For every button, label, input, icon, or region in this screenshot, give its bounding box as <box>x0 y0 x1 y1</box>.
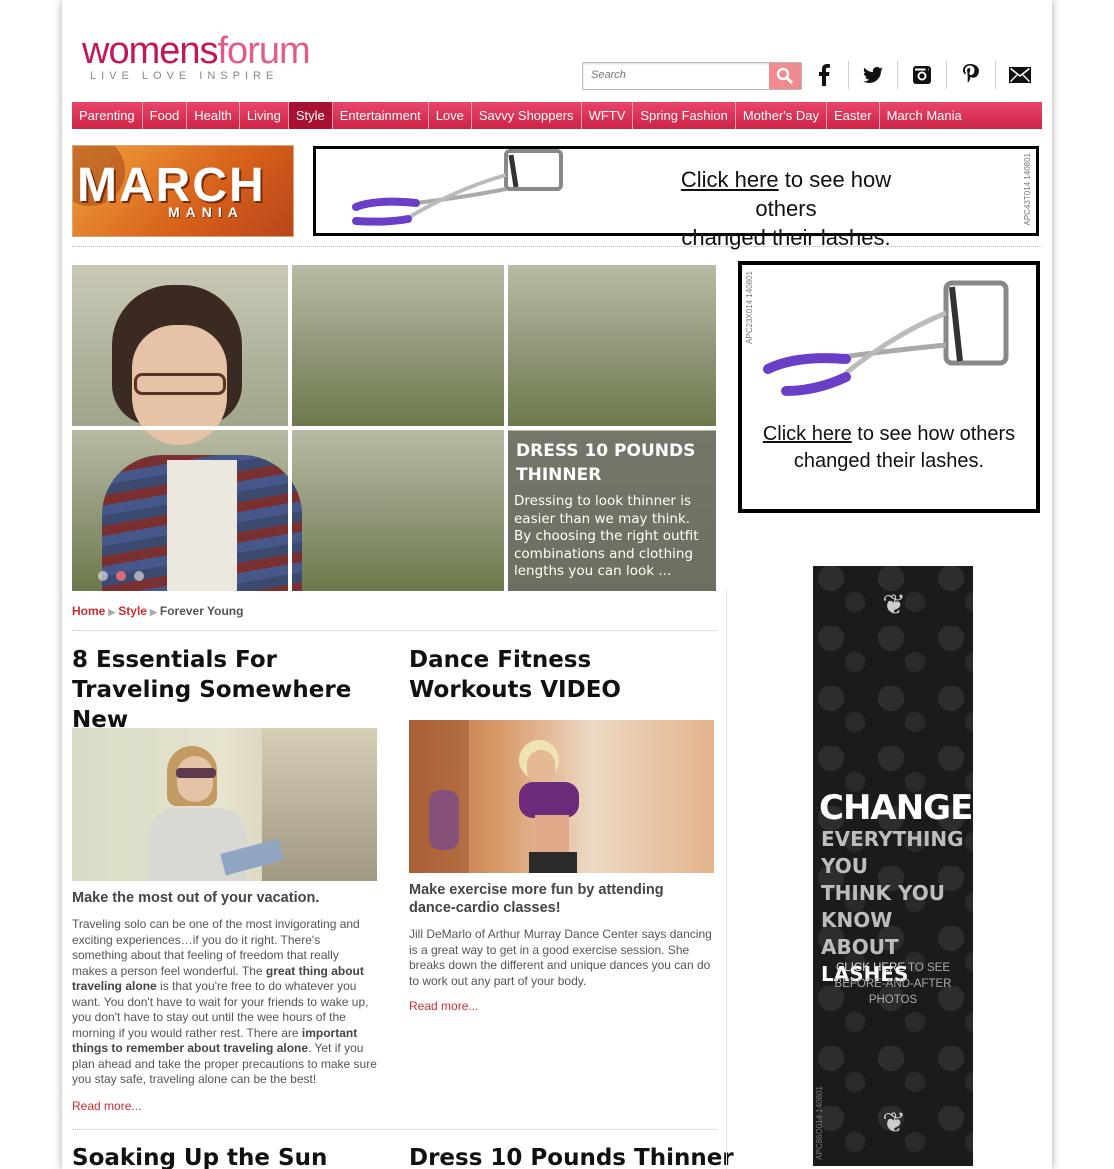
main-nav: Parenting Food Health Living Style Enter… <box>72 102 1042 129</box>
article-subtitle: Make the most out of your vacation. <box>72 890 320 906</box>
ad-headline: CHANGE <box>819 788 973 828</box>
march-mania-subtitle: MANIA <box>168 204 244 220</box>
twitter-link[interactable] <box>849 61 898 89</box>
slider-dot-active[interactable] <box>116 571 126 581</box>
twitter-icon <box>863 67 883 83</box>
header-divider <box>72 246 1042 247</box>
hero-tile <box>292 265 504 426</box>
click-here-link[interactable]: Click here <box>681 167 779 192</box>
dancer-face <box>527 750 555 784</box>
slider-dot[interactable] <box>98 571 108 581</box>
logo-tagline: LIVE LOVE INSPIRE <box>90 70 279 82</box>
instagram-link[interactable] <box>898 61 947 89</box>
pinterest-icon <box>963 64 979 83</box>
read-more-link[interactable]: Read more... <box>409 999 478 1013</box>
search-input[interactable] <box>583 63 774 87</box>
ad-code: APC86O014 140801 <box>815 1086 824 1160</box>
lash-ad-leaderboard-text: Click here to see how others changed thei… <box>680 167 892 250</box>
lash-ad-square-text: Click here to see how others changed thei… <box>762 423 1016 472</box>
dancer-pants <box>529 852 577 873</box>
nav-item-spring-fashion[interactable]: Spring Fashion <box>633 102 736 129</box>
hero-glasses <box>134 373 226 395</box>
nav-item-wftv[interactable]: WFTV <box>582 102 634 129</box>
nav-item-entertainment[interactable]: Entertainment <box>333 102 429 129</box>
read-more-link[interactable]: Read more... <box>72 1099 141 1113</box>
breadcrumb-divider <box>72 630 716 631</box>
sunglasses-graphic <box>176 768 216 778</box>
nav-item-style[interactable]: Style <box>288 102 333 129</box>
nav-item-food[interactable]: Food <box>143 102 188 129</box>
breadcrumb-separator: ▶ <box>149 607 157 617</box>
hero-slider[interactable]: DRESS 10 POUNDS THINNER Dressing to look… <box>72 265 716 591</box>
nav-item-savvy-shoppers[interactable]: Savvy Shoppers <box>472 102 582 129</box>
dancer-body <box>535 815 569 855</box>
hero-text: Dressing to look thinner is easier than … <box>514 493 699 579</box>
nav-item-living[interactable]: Living <box>240 102 289 129</box>
breadcrumb-current: Forever Young <box>159 604 244 618</box>
search-icon <box>776 67 794 85</box>
ad-code: APC23X014 140801 <box>745 271 754 344</box>
article-image-dancer[interactable] <box>409 720 714 873</box>
lash-ad-skyscraper[interactable]: ❦ CHANGE EVERYTHING YOU THINK YOU KNOW ABO… <box>813 566 973 1166</box>
page: womensforum LIVE LOVE INSPIRE Parenting … <box>62 0 1052 1169</box>
column-divider <box>726 590 727 1169</box>
nav-item-love[interactable]: Love <box>429 102 472 129</box>
ornament-icon: ❦ <box>882 589 906 620</box>
breadcrumb-style[interactable]: Style <box>118 604 147 618</box>
nav-item-mothers-day[interactable]: Mother's Day <box>736 102 828 129</box>
eyelash-curler-image <box>352 149 563 226</box>
article-title[interactable]: Soaking Up the Sun <box>72 1143 392 1169</box>
nav-item-health[interactable]: Health <box>187 102 240 129</box>
hero-woman-shirt <box>167 460 237 591</box>
breadcrumb-separator: ▶ <box>108 607 116 617</box>
hero-tile <box>292 430 504 591</box>
article-title[interactable]: 8 Essentials For Traveling Somewhere New <box>72 645 382 735</box>
lash-ad-leaderboard[interactable]: Click here to see how others changed thei… <box>313 146 1039 250</box>
slider-dot[interactable] <box>134 571 144 581</box>
hero-tile <box>508 265 716 426</box>
dancer-top <box>519 782 579 818</box>
article-divider <box>72 1129 716 1130</box>
hero-title[interactable]: DRESS 10 POUNDS THINNER <box>514 439 710 487</box>
ad-code: APC43T014 140801 <box>1023 153 1032 226</box>
article-body: Jill DeMarlo of Arthur Murray Dance Cent… <box>409 927 712 988</box>
article-body: Traveling solo can be one of the most in… <box>72 917 377 1086</box>
nav-item-march-mania[interactable]: March Mania <box>880 102 969 129</box>
traveler-face <box>177 756 213 802</box>
hero-caption[interactable]: DRESS 10 POUNDS THINNER Dressing to look… <box>508 431 716 591</box>
breadcrumb-home[interactable]: Home <box>72 604 105 618</box>
logo-wordmark: womensforum <box>82 30 311 72</box>
article-title[interactable]: Dance Fitness Workouts VIDEO <box>409 645 719 705</box>
email-icon <box>1009 67 1031 83</box>
facebook-link[interactable] <box>800 61 849 89</box>
site-logo[interactable]: womensforum LIVE LOVE INSPIRE <box>82 18 322 88</box>
breadcrumb: Home ▶ Style ▶ Forever Young <box>72 604 243 618</box>
instagram-icon <box>913 66 931 84</box>
ornament-icon: ❦ <box>882 1107 906 1138</box>
ad-cta[interactable]: CLICK HERE TO SEE BEFORE-AND-AFTER PHOTOS <box>813 960 973 1008</box>
search-button[interactable] <box>769 63 801 89</box>
email-link[interactable] <box>996 61 1044 89</box>
pinterest-link[interactable] <box>947 61 996 89</box>
hero-grid-line <box>72 426 716 430</box>
lash-ad-square[interactable]: Click here to see how others changed thei… <box>738 261 1040 513</box>
background-dancer <box>429 790 459 850</box>
click-here-link[interactable]: Click here <box>763 423 852 445</box>
nav-item-easter[interactable]: Easter <box>827 102 880 129</box>
social-links <box>800 60 1044 90</box>
article-image-traveler[interactable] <box>72 728 377 881</box>
article-subtitle: Make exercise more fun by attending danc… <box>409 882 664 916</box>
search-box <box>582 62 802 90</box>
slider-dots <box>98 571 144 581</box>
march-mania-banner[interactable]: MARCH MANIA <box>72 145 294 237</box>
eyelash-curler-image <box>763 280 1009 396</box>
nav-item-parenting[interactable]: Parenting <box>72 102 143 129</box>
article-title[interactable]: Dress 10 Pounds Thinner <box>409 1143 734 1169</box>
facebook-icon <box>819 64 830 86</box>
